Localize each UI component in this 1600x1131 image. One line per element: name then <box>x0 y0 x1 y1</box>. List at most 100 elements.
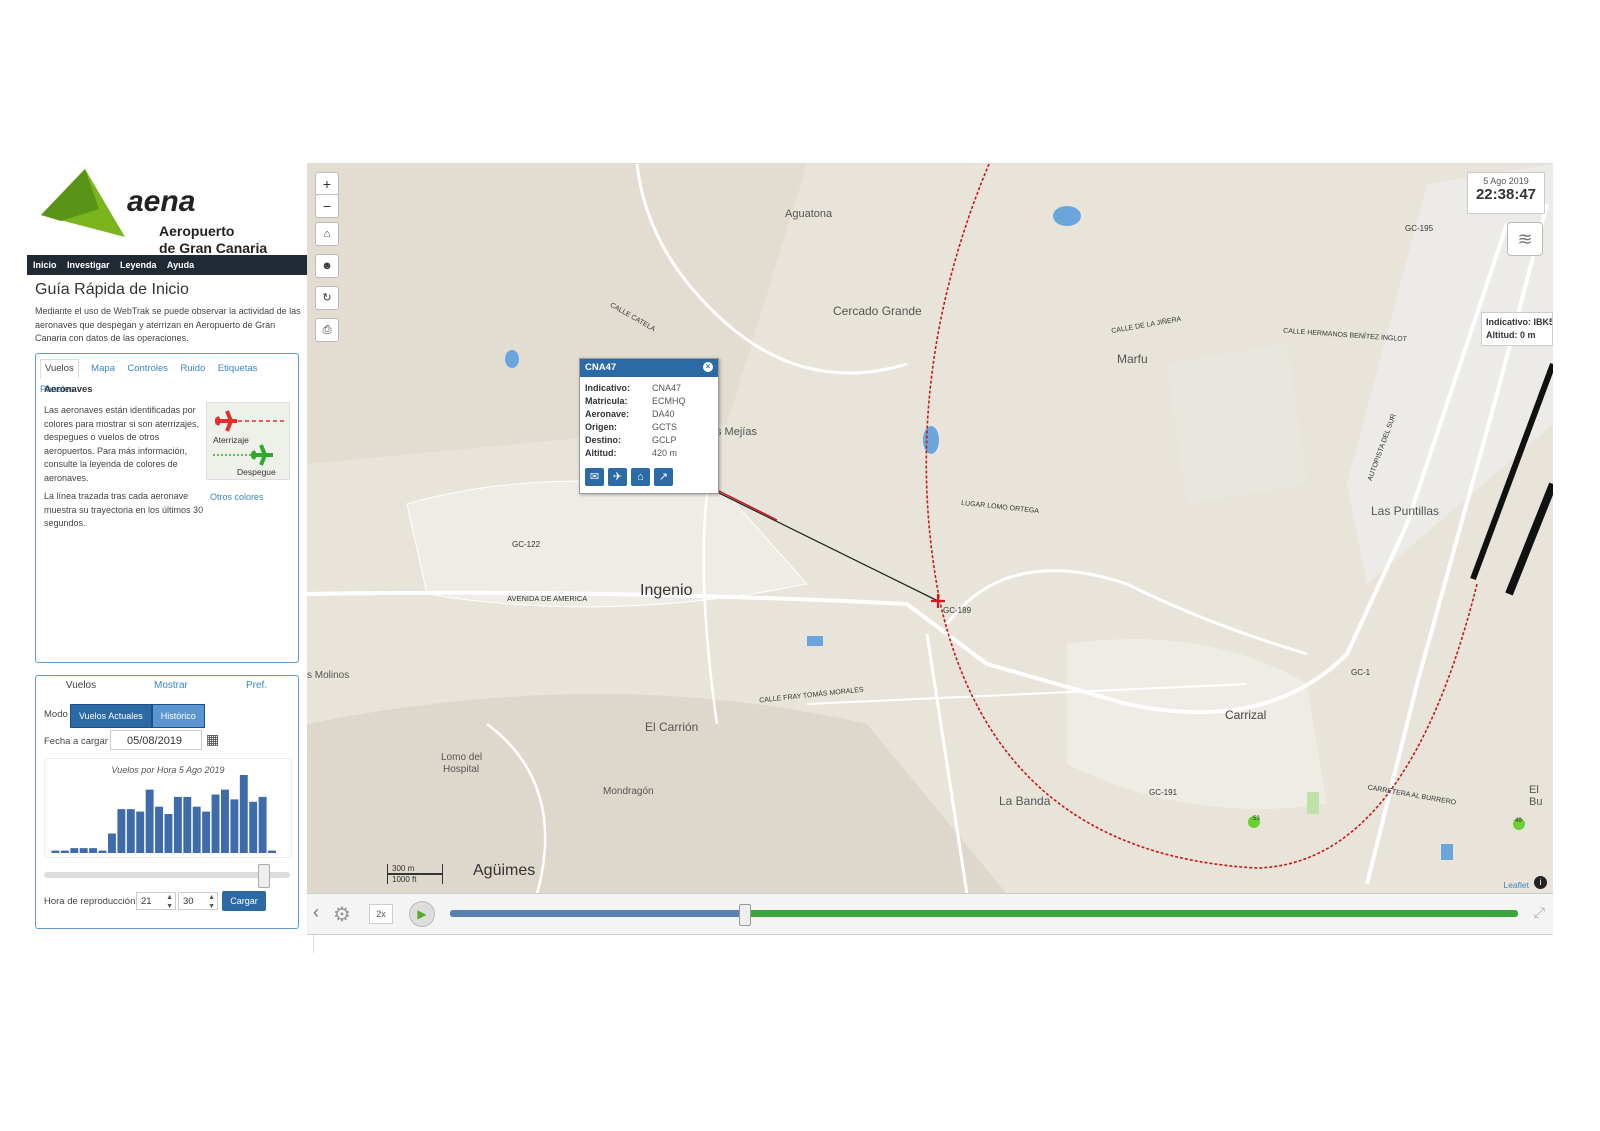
road-label: GC-189 <box>943 606 972 615</box>
scale-feet: 1000 ft <box>387 874 443 884</box>
brand-name: aena <box>127 185 196 218</box>
place-label: Hospital <box>443 764 480 775</box>
nav-investigar[interactable]: Investigar <box>67 255 110 275</box>
gear-icon[interactable]: ⚙ <box>333 902 351 927</box>
popup-row: Destino: GCLP <box>585 435 677 445</box>
histogram-bar[interactable] <box>173 796 182 853</box>
histogram-bar[interactable] <box>258 796 267 853</box>
road-label: GC-191 <box>1149 788 1178 797</box>
clock-date: 5 Ago 2019 <box>1483 176 1529 186</box>
nav-inicio[interactable]: Inicio <box>33 255 57 275</box>
tab-show[interactable]: Mostrar <box>154 680 188 691</box>
guide-title: Guía Rápida de Inicio <box>35 281 189 298</box>
histogram-bar[interactable] <box>202 811 211 853</box>
airport-name-line2: de Gran Canaria <box>159 240 268 256</box>
webtrak-app: aena Aeropuerto de Gran Canaria Inicio I… <box>27 163 1587 953</box>
map-view[interactable]: Aguatona Cercado Grande Marfu Las Puntil… <box>307 163 1553 894</box>
print-icon[interactable]: ⎙ <box>315 318 339 342</box>
layers-icon[interactable]: ≋ <box>1507 222 1543 256</box>
aircraft-description: Las aeronaves están identificadas por co… <box>44 405 200 483</box>
histogram-bar[interactable] <box>108 833 116 854</box>
mode-label: Modo <box>44 709 68 720</box>
close-icon[interactable]: × <box>703 362 713 372</box>
tab-ruido[interactable]: Ruido <box>181 360 206 378</box>
info-icon[interactable]: i <box>1534 876 1547 889</box>
clock-time: 22:38:47 <box>1475 186 1537 203</box>
histogram-bar[interactable] <box>211 794 220 854</box>
nav-leyenda[interactable]: Leyenda <box>120 255 157 275</box>
tab-vuelos[interactable]: Vuelos <box>40 359 79 379</box>
mode-toggle: Vuelos Actuales Histórico <box>70 704 205 728</box>
histogram-bar[interactable] <box>126 809 135 853</box>
flights-histogram: Vuelos por Hora 5 Ago 2019 <box>44 758 292 858</box>
community-icon[interactable]: ☻ <box>315 254 339 278</box>
play-icon[interactable]: ▶ <box>409 901 435 927</box>
histogram-bar[interactable] <box>136 811 145 853</box>
calendar-icon[interactable]: ▦ <box>206 731 219 748</box>
histogram-bar[interactable] <box>268 850 276 853</box>
histogram-bar[interactable] <box>192 806 201 853</box>
histogram-bar[interactable] <box>79 848 88 853</box>
map-tiles <box>307 164 1553 894</box>
zoom-in-button[interactable]: + <box>315 172 339 196</box>
histogram-bar[interactable] <box>51 850 60 853</box>
minute-spinner[interactable]: 30 ▲ ▼ <box>178 892 218 910</box>
histogram-bar[interactable] <box>164 814 173 853</box>
chart-icon[interactable]: ↗ <box>654 468 673 486</box>
tab-etiquetas[interactable]: Etiquetas <box>218 360 258 378</box>
chevron-left-icon[interactable]: ‹ <box>313 902 319 923</box>
histogram-bar[interactable] <box>230 799 239 853</box>
tab-prefs[interactable]: Pref. <box>246 680 267 691</box>
section-title: Aeronaves <box>44 384 93 395</box>
time-display: 5 Ago 2019 22:38:47 <box>1467 172 1545 214</box>
attribution-link[interactable]: Leaflet <box>1503 880 1529 890</box>
playback-time-label: Hora de reproducción <box>44 896 136 907</box>
timeline-track[interactable] <box>450 904 1518 926</box>
legend-takeoff: Despegue <box>237 467 276 477</box>
marker-count[interactable]: 53 <box>1253 816 1260 822</box>
histogram-bar[interactable] <box>183 796 192 853</box>
marker-count[interactable]: 49 <box>1515 818 1522 824</box>
histogram-bar[interactable] <box>145 789 154 853</box>
histogram-bar[interactable] <box>249 801 258 853</box>
hour-spinner[interactable]: 21 ▲ ▼ <box>136 892 176 910</box>
other-colors-link[interactable]: Otros colores <box>210 492 264 502</box>
comment-icon[interactable]: ✉ <box>585 468 604 486</box>
refresh-icon[interactable]: ↻ <box>315 286 339 310</box>
zoom-out-button[interactable]: − <box>315 194 339 218</box>
histogram-bar[interactable] <box>239 775 248 853</box>
speed-button[interactable]: 2x <box>369 904 393 924</box>
current-flights-button[interactable]: Vuelos Actuales <box>70 704 152 728</box>
histogram-bar[interactable] <box>221 789 229 853</box>
tab-controles[interactable]: Controles <box>127 360 168 378</box>
place-label: Aguatona <box>785 208 833 220</box>
flights-tabs: Vuelos Mostrar Pref. <box>36 676 298 698</box>
histogram-bar[interactable] <box>155 806 163 853</box>
road-label: GC-1 <box>1351 668 1371 677</box>
histogram-bars <box>51 775 276 854</box>
airplane-icon[interactable]: ✈ <box>608 468 627 486</box>
hour-slider[interactable] <box>44 864 290 888</box>
historic-button[interactable]: Histórico <box>151 704 205 728</box>
hour-slider-handle[interactable] <box>258 864 270 888</box>
load-button[interactable]: Cargar <box>222 891 266 911</box>
expand-icon[interactable]: ⤢ <box>1534 904 1545 921</box>
place-label: Cercado Grande <box>833 304 922 318</box>
home-icon[interactable]: ⌂ <box>315 222 339 246</box>
tab-flights[interactable]: Vuelos <box>36 680 126 693</box>
nav-ayuda[interactable]: Ayuda <box>167 255 194 275</box>
place-label: Lomo del <box>441 752 483 763</box>
histogram-bar[interactable] <box>98 850 107 853</box>
info-panel: Vuelos Mapa Controles Ruido Etiquetas Pa… <box>35 353 299 663</box>
histogram-bar[interactable] <box>89 848 98 853</box>
timeline-handle[interactable] <box>738 904 751 926</box>
histogram-bar[interactable] <box>60 850 69 853</box>
place-label: El Bu <box>1529 784 1543 808</box>
spinner-arrows-icon[interactable]: ▲ ▼ <box>208 893 215 911</box>
histogram-bar[interactable] <box>70 848 79 853</box>
spinner-arrows-icon[interactable]: ▲ ▼ <box>166 893 173 911</box>
tab-mapa[interactable]: Mapa <box>91 360 115 378</box>
date-input[interactable]: 05/08/2019 <box>110 730 202 750</box>
house-icon[interactable]: ⌂ <box>631 468 650 486</box>
histogram-bar[interactable] <box>117 809 126 853</box>
